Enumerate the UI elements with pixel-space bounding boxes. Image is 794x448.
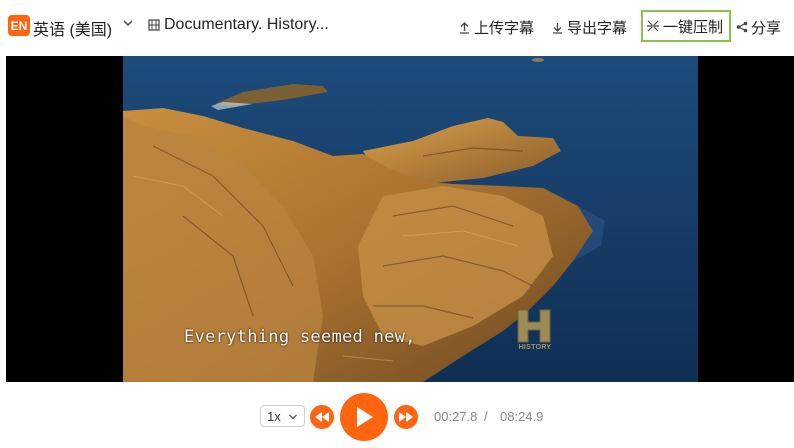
rewind-button[interactable]: [310, 405, 334, 429]
film-icon: [148, 19, 160, 31]
language-selector[interactable]: 英语 (美国): [33, 16, 112, 40]
play-icon: [357, 407, 373, 427]
language-badge[interactable]: EN: [8, 15, 30, 36]
playback-speed-select[interactable]: 1x: [260, 405, 305, 427]
document-title[interactable]: Documentary. History...: [164, 16, 329, 34]
fast-forward-icon: [399, 412, 413, 422]
export-subtitles-label: 导出字幕: [567, 19, 628, 37]
top-bar: EN 英语 (美国) Documentary. History... 上传字幕 …: [0, 0, 794, 54]
upload-subtitles-button[interactable]: 上传字幕: [458, 16, 534, 38]
video-subtitle: Everything seemed new,: [184, 327, 416, 347]
rewind-icon: [315, 412, 329, 422]
playback-speed-value: 1x: [267, 408, 281, 424]
one-click-burn-button[interactable]: 一键压制: [641, 10, 732, 42]
share-label: 分享: [751, 19, 782, 37]
fast-forward-button[interactable]: [394, 405, 418, 429]
upload-icon: [460, 21, 469, 34]
sparkle-icon: [647, 20, 659, 32]
history-logo-text: HISTORY: [518, 344, 552, 351]
chevron-down-icon[interactable]: [122, 17, 134, 29]
total-duration: 08:24.9: [500, 409, 544, 424]
video-player[interactable]: Everything seemed new, HISTORY: [6, 56, 794, 382]
share-button[interactable]: 分享: [736, 16, 781, 38]
one-click-burn-label: 一键压制: [663, 18, 724, 36]
download-icon: [553, 22, 562, 34]
current-time: 00:27.8: [434, 409, 478, 424]
export-subtitles-button[interactable]: 导出字幕: [551, 16, 627, 38]
time-separator: /: [484, 409, 488, 424]
play-button[interactable]: [340, 393, 388, 441]
upload-subtitles-label: 上传字幕: [474, 19, 535, 37]
share-icon: [736, 21, 748, 33]
chevron-down-icon: [289, 414, 297, 420]
